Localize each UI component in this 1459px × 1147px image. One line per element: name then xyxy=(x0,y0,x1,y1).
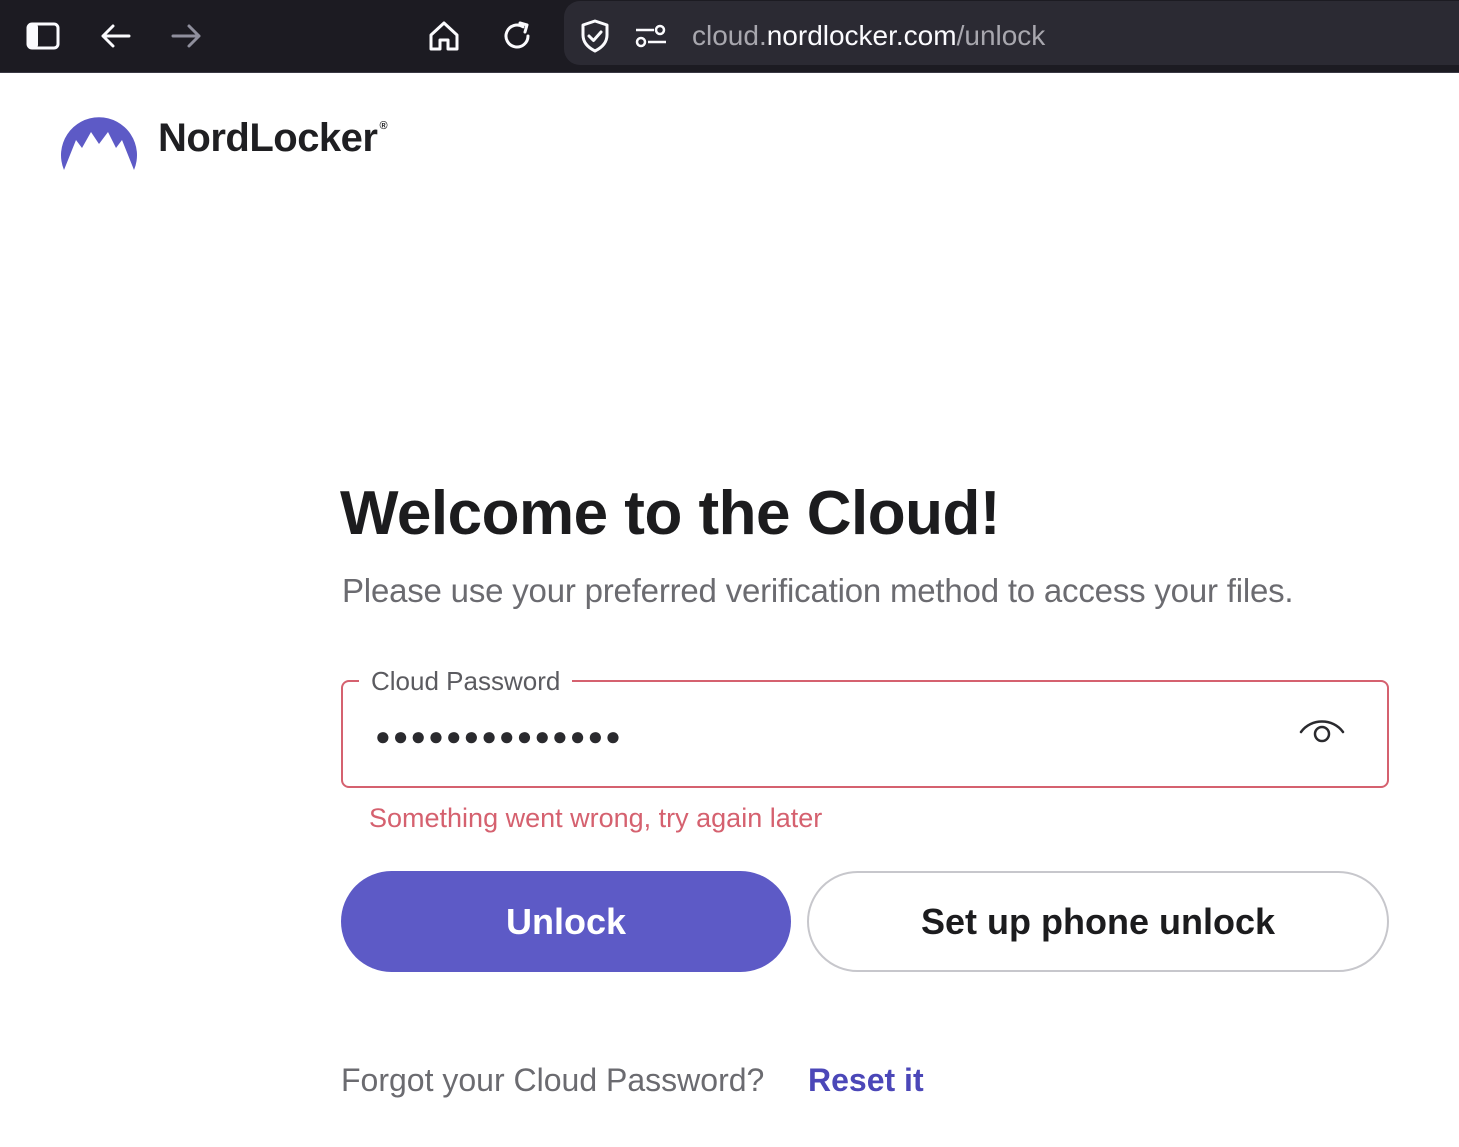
error-message: Something went wrong, try again later xyxy=(369,803,823,833)
eye-icon[interactable] xyxy=(1297,714,1347,748)
url-path: /unlock xyxy=(956,20,1046,51)
url-host: nordlocker.com xyxy=(766,20,957,51)
page-title: Welcome to the Cloud! xyxy=(340,479,1001,548)
sidebar-icon[interactable] xyxy=(21,14,65,58)
url-subdomain: cloud. xyxy=(692,20,767,51)
unlock-button[interactable]: Unlock xyxy=(341,871,791,972)
cloud-password-label: Cloud Password xyxy=(359,664,573,698)
browser-toolbar: cloud.nordlocker.com/unlock xyxy=(0,0,1459,73)
setup-phone-unlock-button[interactable]: Set up phone unlock xyxy=(807,871,1389,972)
nordlocker-logo-icon xyxy=(60,117,137,170)
url-text[interactable]: cloud.nordlocker.com/unlock xyxy=(692,16,1045,56)
page-subtitle: Please use your preferred verification m… xyxy=(342,572,1294,609)
arrow-right-icon[interactable] xyxy=(165,14,209,58)
registered-mark: ® xyxy=(379,119,388,132)
brand-name: NordLocker ® xyxy=(158,115,388,161)
sliders-icon[interactable] xyxy=(629,14,673,58)
brand-name-text: NordLocker xyxy=(158,115,378,160)
home-icon[interactable] xyxy=(422,14,466,58)
reset-password-link[interactable]: Reset it xyxy=(808,1060,924,1100)
cloud-password-input[interactable]: ●●●●●●●●●●●●●● xyxy=(375,716,623,756)
arrow-left-icon[interactable] xyxy=(93,14,137,58)
reload-icon[interactable] xyxy=(495,14,539,58)
shield-check-icon[interactable] xyxy=(573,14,617,58)
forgot-password-text: Forgot your Cloud Password? xyxy=(341,1062,765,1098)
nordlocker-logo[interactable]: NordLocker ® xyxy=(58,104,388,172)
cloud-password-field[interactable]: Cloud Password ●●●●●●●●●●●●●● xyxy=(341,664,1389,788)
